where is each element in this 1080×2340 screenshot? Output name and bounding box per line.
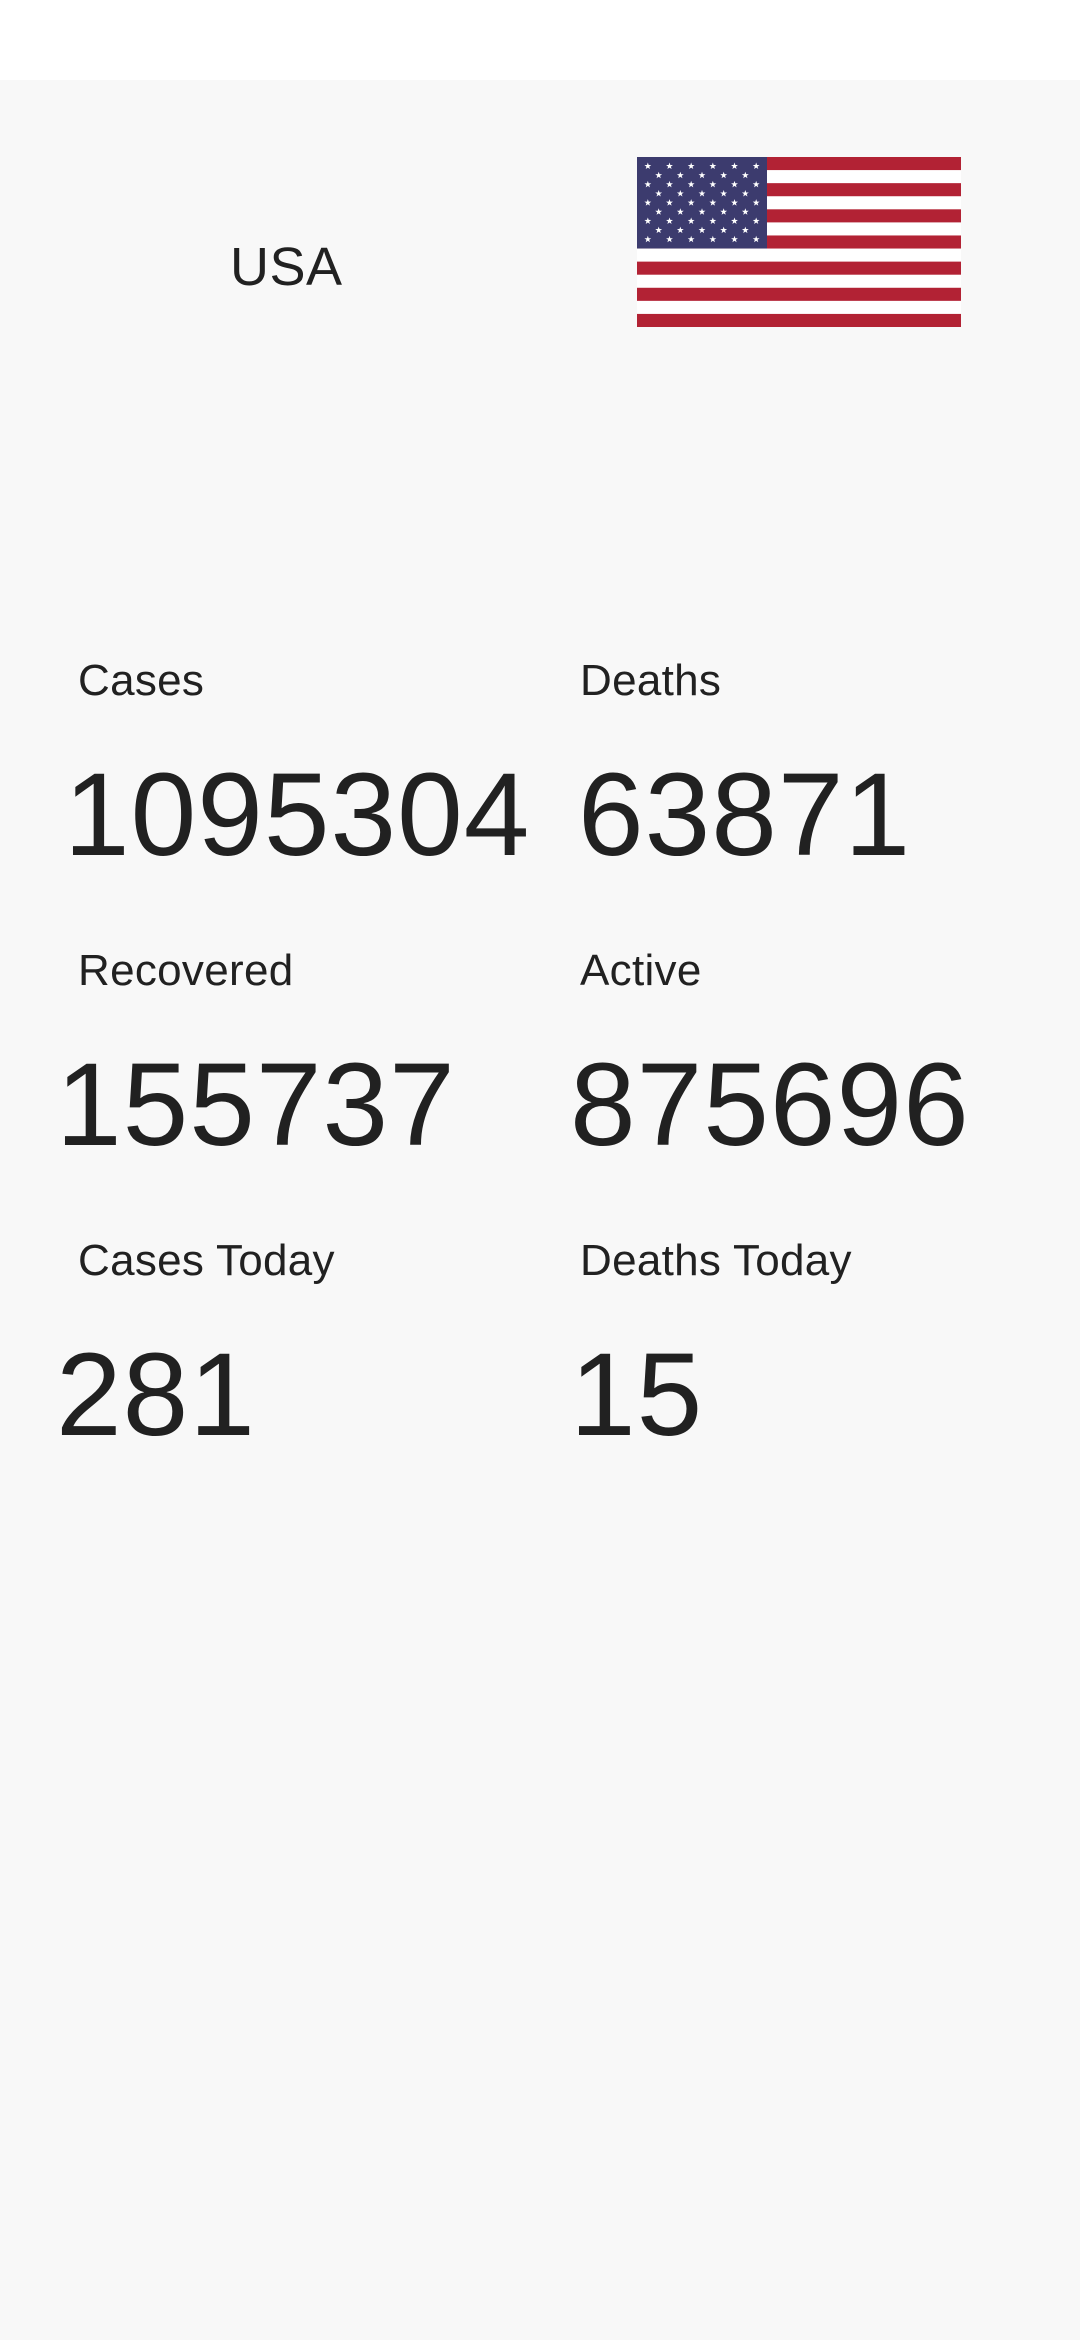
- deaths-value: 63871: [578, 749, 912, 881]
- cases-value: 1095304: [64, 749, 531, 881]
- country-name: USA: [230, 237, 343, 297]
- deaths-label: Deaths: [580, 656, 722, 705]
- cases-today-value: 281: [56, 1329, 256, 1461]
- recovered-label: Recovered: [78, 946, 294, 995]
- status-bar: [0, 0, 1080, 80]
- us-flag-icon: [637, 157, 961, 327]
- active-label: Active: [580, 946, 702, 995]
- recovered-value: 155737: [56, 1039, 456, 1171]
- cases-label: Cases: [78, 656, 205, 705]
- deaths-today-label: Deaths Today: [580, 1236, 852, 1285]
- cases-today-label: Cases Today: [78, 1236, 335, 1285]
- deaths-today-value: 15: [570, 1329, 704, 1461]
- active-value: 875696: [570, 1039, 970, 1171]
